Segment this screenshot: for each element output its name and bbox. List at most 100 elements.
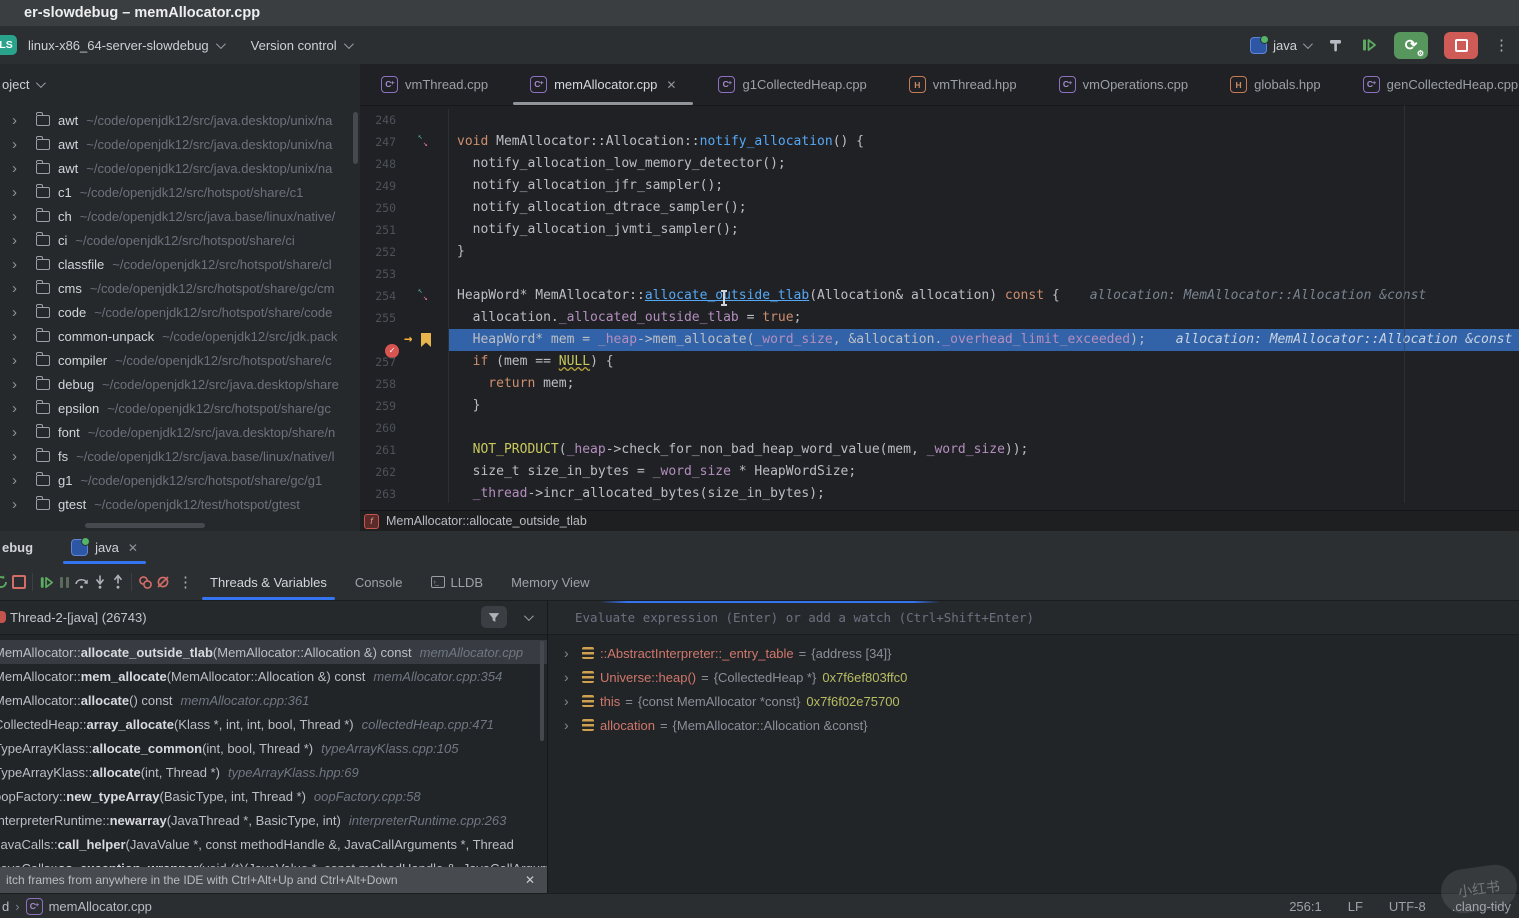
debug-tab-console[interactable]: Console (341, 564, 417, 600)
code-line[interactable]: 263 _thread->incr_allocated_bytes(size_i… (360, 483, 1519, 503)
chevron-right-icon[interactable] (12, 112, 28, 129)
code-text[interactable] (448, 109, 1519, 131)
variable-row[interactable]: allocation={MemAllocator::Allocation &co… (548, 713, 1519, 737)
version-control-menu[interactable]: Version control (251, 38, 354, 53)
project-tree-item[interactable]: gtest ~/code/openjdk12/test/hotspot/gtest (0, 492, 360, 516)
gutter[interactable] (404, 395, 448, 417)
step-out-icon[interactable] (109, 573, 127, 591)
code-line[interactable]: 251 notify_allocation_jvmti_sampler(); (360, 219, 1519, 241)
code-text[interactable]: notify_allocation_jfr_sampler(); (448, 175, 1519, 197)
gutter[interactable] (404, 417, 448, 439)
stack-frame-row[interactable]: TypeArrayKlass:: allocate (int, Thread *) t… (0, 760, 547, 784)
code-text[interactable] (448, 263, 1519, 285)
frames-scrollbar[interactable] (540, 641, 544, 741)
code-line[interactable]: 248 notify_allocation_low_memory_detecto… (360, 153, 1519, 175)
chevron-right-icon[interactable] (12, 184, 28, 201)
project-tree-item[interactable]: debug ~/code/openjdk12/src/java.desktop/s… (0, 372, 360, 396)
filter-frames-button[interactable] (481, 606, 507, 628)
chevron-right-icon[interactable] (12, 328, 28, 345)
gutter[interactable] (404, 241, 448, 263)
code-text[interactable]: if (mem == NULL) { (448, 351, 1519, 373)
resume-icon[interactable] (37, 573, 55, 591)
chevron-right-icon[interactable] (12, 232, 28, 249)
code-text[interactable]: notify_allocation_dtrace_sampler(); (448, 197, 1519, 219)
chevron-right-icon[interactable] (12, 376, 28, 393)
project-tree-item[interactable]: awt ~/code/openjdk12/src/java.desktop/uni… (0, 108, 360, 132)
project-tree-item[interactable]: compiler ~/code/openjdk12/src/hotspot/sha… (0, 348, 360, 372)
code-editor[interactable]: 246247 void MemAllocator::Allocation::not… (360, 105, 1519, 503)
project-tree-item[interactable]: ch ~/code/openjdk12/src/java.base/linux/n… (0, 204, 360, 228)
gutter[interactable] (404, 483, 448, 503)
gutter[interactable] (404, 307, 448, 329)
code-text[interactable] (448, 417, 1519, 439)
code-line[interactable]: 261 NOT_PRODUCT(_heap->check_for_non_bad… (360, 439, 1519, 461)
run-configuration-selector[interactable]: linux-x86_64-server-slowdebug (28, 38, 226, 53)
evaluate-expression-input[interactable]: Evaluate expression (Enter) or add a wat… (548, 601, 1519, 635)
debug-tab-lldb[interactable]: LLDB (417, 564, 498, 600)
chevron-right-icon[interactable] (12, 256, 28, 273)
stack-frame-row[interactable]: MemAllocator:: allocate_outside_tlab (MemA… (0, 640, 547, 664)
stack-frame-row[interactable]: MemAllocator:: allocate() const memAllocat… (0, 688, 547, 712)
stack-frame-row[interactable]: JavaCalls:: call_helper (JavaValue *, cons… (0, 832, 547, 856)
editor-tab[interactable]: vmThread.hpp (888, 64, 1038, 105)
step-into-icon[interactable] (91, 573, 109, 591)
debug-session-selector[interactable]: java (1250, 34, 1313, 54)
variable-row[interactable]: Universe::heap()={CollectedHeap *} 0x7f6e… (548, 665, 1519, 689)
mute-breakpoints-icon[interactable] (154, 573, 172, 591)
stop-icon[interactable] (10, 573, 28, 591)
gutter[interactable] (404, 219, 448, 241)
debug-tab-threads-variables[interactable]: Threads & Variables (196, 564, 341, 600)
project-tree-item[interactable]: code ~/code/openjdk12/src/hotspot/share/c… (0, 300, 360, 324)
project-tree-item[interactable]: classfile ~/code/openjdk12/src/hotspot/sh… (0, 252, 360, 276)
close-icon[interactable] (525, 873, 535, 887)
code-text[interactable]: _thread->incr_allocated_bytes(size_in_by… (448, 483, 1519, 503)
chevron-right-icon[interactable] (12, 304, 28, 321)
code-line[interactable]: HeapWord* mem = _heap->mem_allocate(_wor… (360, 329, 1519, 358)
project-tree-item[interactable]: ci ~/code/openjdk12/src/hotspot/share/ci (0, 228, 360, 252)
code-text[interactable]: NOT_PRODUCT(_heap->check_for_non_bad_hea… (448, 439, 1519, 461)
chevron-right-icon[interactable] (12, 352, 28, 369)
chevron-right-icon[interactable] (564, 669, 578, 685)
stack-frame-row[interactable]: CollectedHeap:: array_allocate (Klass *, i… (0, 712, 547, 736)
code-line[interactable]: 253 (360, 263, 1519, 285)
step-over-icon[interactable] (73, 573, 91, 591)
project-panel-header[interactable]: oject (0, 64, 360, 104)
project-vertical-scrollbar[interactable] (353, 112, 358, 164)
project-tree-item[interactable]: common-unpack ~/code/openjdk12/src/jdk.pa… (0, 324, 360, 348)
code-text[interactable]: } (448, 395, 1519, 417)
more-options-icon[interactable] (1494, 36, 1509, 54)
resume-program-icon[interactable] (1360, 36, 1378, 54)
stack-frame-row[interactable]: oopFactory:: new_typeArray (BasicType, int… (0, 784, 547, 808)
chevron-right-icon[interactable] (12, 496, 28, 513)
project-tree-item[interactable]: epsilon ~/code/openjdk12/src/hotspot/shar… (0, 396, 360, 420)
code-text[interactable]: } (448, 241, 1519, 263)
project-tree-item[interactable]: c1 ~/code/openjdk12/src/hotspot/share/c1 (0, 180, 360, 204)
project-tree-item[interactable]: g1 ~/code/openjdk12/src/hotspot/share/gc/… (0, 468, 360, 492)
status-breadcrumb[interactable]: d memAllocator.cpp (2, 897, 152, 915)
gutter[interactable] (404, 175, 448, 197)
pause-icon[interactable] (55, 573, 73, 591)
chevron-right-icon[interactable] (12, 280, 28, 297)
rerun-icon[interactable] (0, 573, 10, 591)
gutter[interactable] (404, 197, 448, 219)
view-breakpoints-icon[interactable] (136, 573, 154, 591)
code-text[interactable]: size_t size_in_bytes = _word_size * Heap… (448, 461, 1519, 483)
chevron-right-icon[interactable] (12, 208, 28, 225)
chevron-right-icon[interactable] (12, 160, 28, 177)
code-text[interactable]: allocation._allocated_outside_tlab = tru… (448, 307, 1519, 329)
code-text[interactable]: HeapWord* MemAllocator::allocate_outside… (448, 285, 1519, 307)
code-line[interactable]: 255 allocation._allocated_outside_tlab =… (360, 307, 1519, 329)
gutter[interactable] (404, 373, 448, 395)
code-text[interactable]: void MemAllocator::Allocation::notify_al… (448, 131, 1519, 153)
editor-tab[interactable]: g1CollectedHeap.cpp (697, 64, 887, 105)
chevron-right-icon[interactable] (12, 136, 28, 153)
code-text[interactable]: HeapWord* mem = _heap->mem_allocate(_wor… (448, 329, 1519, 351)
rerun-button[interactable]: ⟳ ⚙ (1394, 31, 1428, 59)
project-tree-item[interactable]: awt ~/code/openjdk12/src/java.desktop/uni… (0, 156, 360, 180)
chevron-right-icon[interactable] (12, 448, 28, 465)
code-line[interactable]: 247 void MemAllocator::Allocation::notify… (360, 131, 1519, 153)
debug-tab-memory-view[interactable]: Memory View (497, 564, 604, 600)
chevron-right-icon[interactable] (12, 400, 28, 417)
chevron-right-icon[interactable] (564, 645, 578, 661)
code-line[interactable]: 262 size_t size_in_bytes = _word_size * … (360, 461, 1519, 483)
